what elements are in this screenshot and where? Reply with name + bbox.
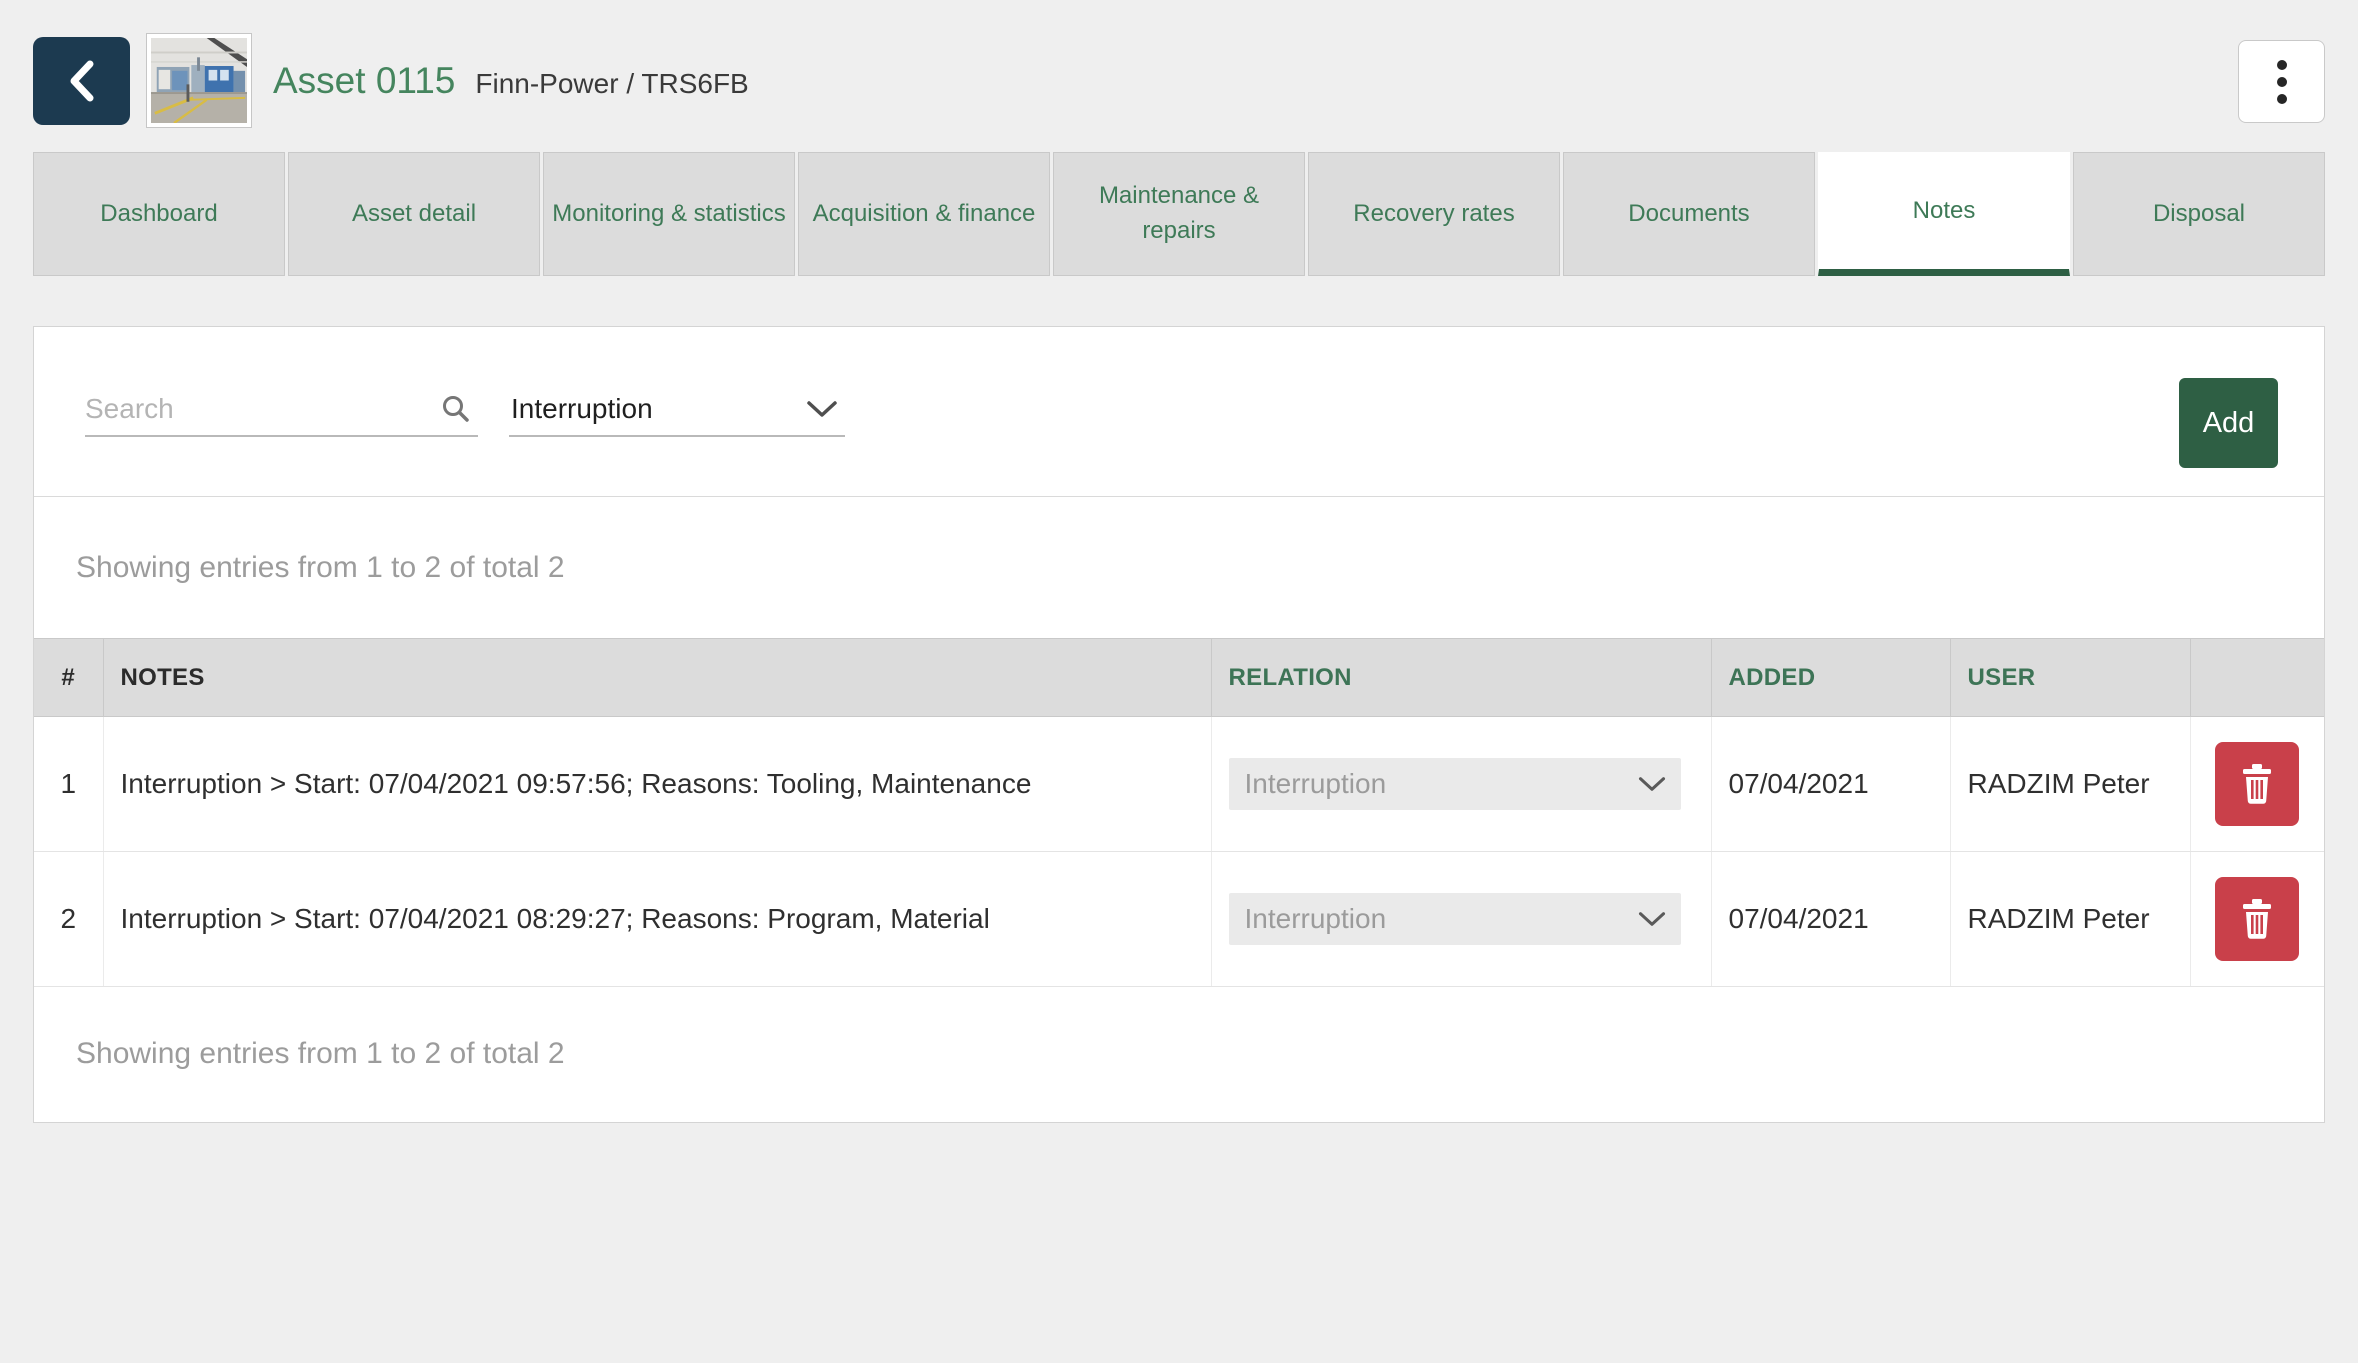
table-header-row: # NOTES RELATION ADDED USER [34,639,2324,717]
asset-title-group: Asset 0115 Finn-Power / TRS6FB [273,60,749,102]
added-date: 07/04/2021 [1729,768,1869,800]
note-text: Interruption > Start: 07/04/2021 09:57:5… [121,768,1032,800]
search-input[interactable] [85,393,440,425]
row-index: 2 [34,852,103,987]
column-header-notes: NOTES [103,639,1211,717]
chevron-down-icon [1637,775,1667,793]
row-relation-select[interactable]: Interruption [1229,758,1681,810]
delete-note-button[interactable] [2215,742,2299,826]
tab-documents[interactable]: Documents [1563,152,1815,276]
asset-header: Asset 0115 Finn-Power / TRS6FB [33,33,2325,128]
row-index: 1 [34,717,103,852]
delete-note-button[interactable] [2215,877,2299,961]
back-button[interactable] [33,37,130,125]
relation-filter-value: Interruption [511,393,653,425]
entries-summary-top-text: Showing entries from 1 to 2 of total 2 [76,551,565,585]
search-icon [440,393,472,425]
column-header-relation[interactable]: RELATION [1211,639,1711,717]
trash-icon [2239,763,2275,805]
page-title: Asset 0115 [273,60,455,102]
note-text: Interruption > Start: 07/04/2021 08:29:2… [121,903,990,935]
chevron-down-icon [805,399,839,419]
asset-subtitle: Finn-Power / TRS6FB [475,68,748,100]
added-date: 07/04/2021 [1729,903,1869,935]
notes-table: # NOTES RELATION ADDED USER 1 Interrupti… [34,638,2324,987]
tab-notes[interactable]: Notes [1818,152,2070,276]
column-header-actions [2190,639,2324,717]
tab-disposal[interactable]: Disposal [2073,152,2325,276]
asset-thumbnail [146,33,252,128]
tab-maintenance-repairs[interactable]: Maintenance & repairs [1053,152,1305,276]
user-name: RADZIM Peter [1968,903,2150,935]
relation-filter-select[interactable]: Interruption [509,383,845,437]
add-note-button[interactable]: Add [2179,378,2278,468]
tab-acquisition-finance[interactable]: Acquisition & finance [798,152,1050,276]
row-relation-value: Interruption [1245,768,1387,800]
entries-summary-bottom-text: Showing entries from 1 to 2 of total 2 [76,1037,565,1071]
column-header-user[interactable]: USER [1950,639,2190,717]
entries-summary-bottom: Showing entries from 1 to 2 of total 2 [34,987,2324,1121]
column-header-added[interactable]: ADDED [1711,639,1950,717]
trash-icon [2239,898,2275,940]
chevron-left-icon [64,58,100,104]
row-relation-select[interactable]: Interruption [1229,893,1681,945]
kebab-menu-icon [2277,60,2287,104]
notes-panel: Interruption Add Showing entries from 1 … [33,326,2325,1123]
tab-recovery-rates[interactable]: Recovery rates [1308,152,1560,276]
tab-asset-detail[interactable]: Asset detail [288,152,540,276]
chevron-down-icon [1637,910,1667,928]
column-header-index: # [34,639,103,717]
entries-summary-top: Showing entries from 1 to 2 of total 2 [34,497,2324,638]
notes-toolbar: Interruption Add [34,327,2324,497]
row-relation-value: Interruption [1245,903,1387,935]
table-row: 2 Interruption > Start: 07/04/2021 08:29… [34,852,2324,987]
more-options-button[interactable] [2238,40,2325,123]
user-name: RADZIM Peter [1968,768,2150,800]
search-field [85,383,478,437]
table-row: 1 Interruption > Start: 07/04/2021 09:57… [34,717,2324,852]
asset-tab-bar: Dashboard Asset detail Monitoring & stat… [33,152,2325,276]
tab-monitoring-statistics[interactable]: Monitoring & statistics [543,152,795,276]
factory-photo [151,38,247,123]
tab-dashboard[interactable]: Dashboard [33,152,285,276]
